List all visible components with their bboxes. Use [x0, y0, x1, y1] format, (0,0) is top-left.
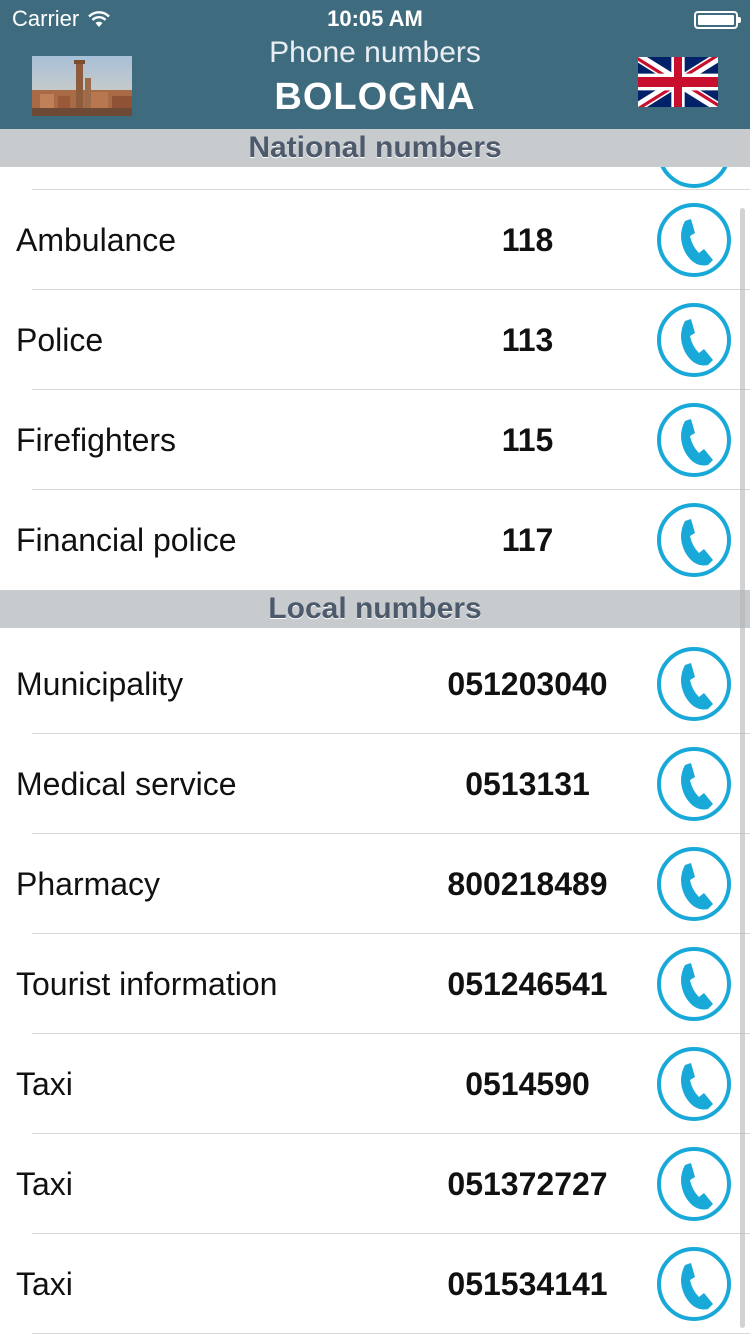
list-item-taxi[interactable]: Taxi 051534141 [0, 1234, 750, 1334]
list-item-taxi[interactable]: Taxi 0514590 [0, 1034, 750, 1134]
local-list: Municipality 051203040 Medical service 0… [0, 634, 750, 1334]
contact-number: 0514590 [465, 1066, 590, 1102]
contact-name: Taxi [16, 1166, 73, 1202]
list-item-police[interactable]: Police 113 [0, 290, 750, 390]
contact-name: Taxi [16, 1266, 73, 1302]
call-icon[interactable] [656, 502, 732, 578]
contact-number: 051203040 [447, 666, 608, 702]
section-header-local: Local numbers [0, 590, 750, 628]
contact-number: 051534141 [447, 1266, 608, 1302]
call-icon [660, 167, 728, 188]
call-icon[interactable] [656, 1146, 732, 1222]
scrollbar[interactable] [740, 208, 745, 1328]
list-item-municipality[interactable]: Municipality 051203040 [0, 634, 750, 734]
call-icon[interactable] [656, 1046, 732, 1122]
contact-name: Firefighters [16, 422, 177, 458]
contact-name: Municipality [16, 666, 184, 702]
call-icon[interactable] [656, 402, 732, 478]
contact-name: Medical service [16, 766, 237, 802]
section-header-national: National numbers [0, 129, 750, 167]
call-icon[interactable] [656, 302, 732, 378]
contact-number: 113 [501, 322, 554, 358]
list-item-taxi[interactable]: Taxi 051372727 [0, 1134, 750, 1234]
contact-number: 800218489 [447, 866, 608, 902]
contact-name: Taxi [16, 1066, 73, 1102]
call-icon[interactable] [656, 846, 732, 922]
call-icon[interactable] [656, 1246, 732, 1322]
contact-number: 051246541 [447, 966, 608, 1002]
list-item-ambulance[interactable]: Ambulance 118 [0, 190, 750, 290]
battery-icon [694, 11, 741, 29]
list-item-pharmacy[interactable]: Pharmacy 800218489 [0, 834, 750, 934]
app-header: Carrier 10:05 AM Phone numbers BOLOGNA [0, 0, 750, 129]
contact-number: 0513131 [465, 766, 590, 802]
contact-number: 117 [501, 522, 554, 558]
call-icon[interactable] [656, 946, 732, 1022]
list-item-tourist-information[interactable]: Tourist information 051246541 [0, 934, 750, 1034]
contact-name: Pharmacy [16, 866, 161, 902]
call-icon[interactable] [656, 646, 732, 722]
list-item-medical-service[interactable]: Medical service 0513131 [0, 734, 750, 834]
list-item-financial-police[interactable]: Financial police 117 [0, 490, 750, 590]
contact-number: 115 [501, 422, 554, 458]
list-item-firefighters[interactable]: Firefighters 115 [0, 390, 750, 490]
scrolled-row-stub [0, 167, 750, 190]
contact-name: Ambulance [16, 222, 177, 258]
contact-name: Police [16, 322, 104, 358]
contact-name: Financial police [16, 522, 237, 558]
contact-number: 051372727 [447, 1166, 608, 1202]
status-time: 10:05 AM [327, 6, 423, 31]
contact-name: Tourist information [16, 966, 278, 1002]
call-icon[interactable] [656, 746, 732, 822]
call-icon[interactable] [656, 202, 732, 278]
national-list: Ambulance 118 Police 113 Firefighters 11… [0, 190, 750, 590]
uk-flag-icon[interactable] [636, 52, 720, 112]
contact-number: 118 [501, 222, 554, 258]
